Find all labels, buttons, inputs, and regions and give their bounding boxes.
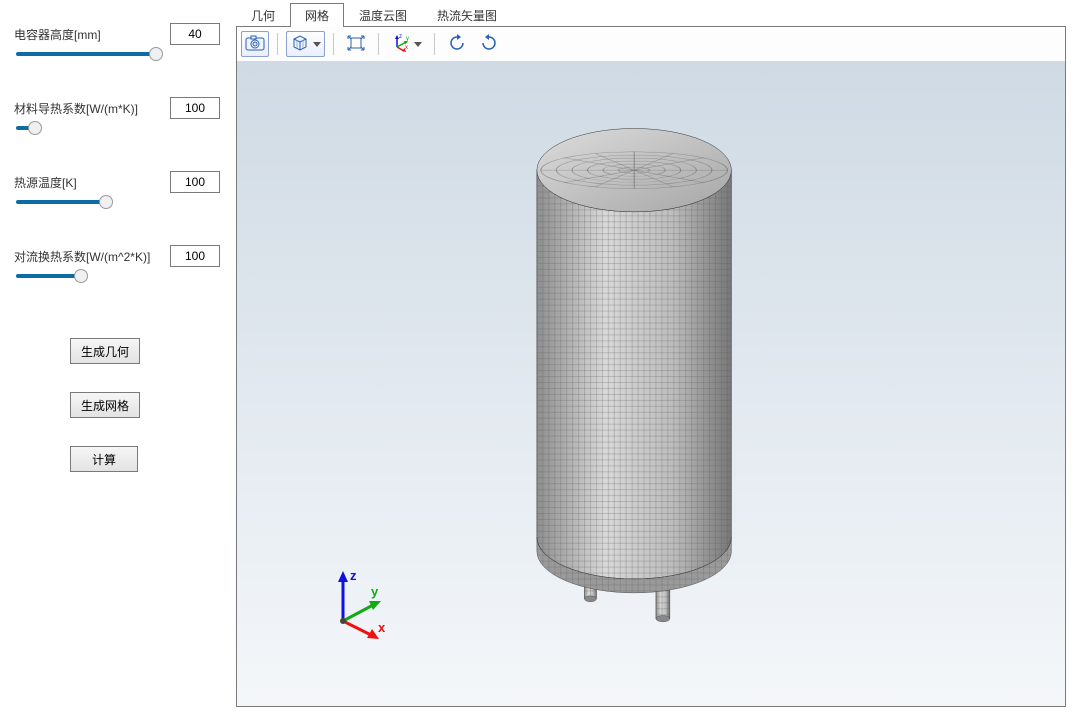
orientation-triad: z y x bbox=[323, 566, 403, 646]
convection-slider[interactable] bbox=[16, 274, 171, 278]
source-temp-slider[interactable] bbox=[16, 200, 171, 204]
compute-button[interactable]: 计算 bbox=[70, 446, 138, 472]
action-buttons: 生成几何 生成网格 计算 bbox=[14, 338, 220, 500]
param-label: 对流换热系数[W/(m^2*K)] bbox=[14, 248, 150, 265]
toolbar-separator bbox=[378, 33, 379, 55]
cube-view-icon bbox=[290, 34, 310, 55]
param-height: 电容器高度[mm] bbox=[14, 22, 220, 56]
param-label: 热源温度[K] bbox=[14, 174, 77, 191]
right-area: 几何 网格 温度云图 热流矢量图 bbox=[230, 0, 1076, 717]
param-label: 电容器高度[mm] bbox=[14, 26, 101, 43]
param-convection: 对流换热系数[W/(m^2*K)] bbox=[14, 244, 220, 278]
axis-z-label: z bbox=[350, 568, 357, 583]
viewport-3d[interactable]: z y x bbox=[237, 61, 1065, 706]
rotate-ccw-icon bbox=[447, 34, 467, 55]
axis-x-label: x bbox=[378, 620, 386, 635]
generate-mesh-button[interactable]: 生成网格 bbox=[70, 392, 140, 418]
source-temp-input[interactable] bbox=[170, 171, 220, 193]
svg-text:z: z bbox=[399, 34, 402, 40]
rotate-cw-icon bbox=[479, 34, 499, 55]
app-root: 电容器高度[mm] 材料导热系数[W/(m*K)] 热源温度[K] bbox=[0, 0, 1076, 717]
camera-icon bbox=[245, 35, 265, 54]
axis-xyz-icon: z y x bbox=[391, 34, 411, 55]
parameter-panel: 电容器高度[mm] 材料导热系数[W/(m*K)] 热源温度[K] bbox=[0, 0, 230, 717]
conductivity-slider[interactable] bbox=[16, 126, 171, 130]
tab-geometry[interactable]: 几何 bbox=[236, 3, 290, 27]
chevron-down-icon bbox=[414, 42, 422, 47]
axis-view-button[interactable]: z y x bbox=[387, 31, 426, 57]
height-slider[interactable] bbox=[16, 52, 171, 56]
axis-y-label: y bbox=[371, 584, 379, 599]
height-input[interactable] bbox=[170, 23, 220, 45]
view-tabs: 几何 网格 温度云图 热流矢量图 bbox=[236, 2, 1076, 26]
svg-text:y: y bbox=[406, 36, 409, 42]
param-label: 材料导热系数[W/(m*K)] bbox=[14, 100, 138, 117]
generate-geometry-button[interactable]: 生成几何 bbox=[70, 338, 140, 364]
viewer-container: z y x bbox=[236, 26, 1066, 707]
zoom-extents-button[interactable] bbox=[342, 31, 370, 57]
rotate-ccw-button[interactable] bbox=[443, 31, 471, 57]
chevron-down-icon bbox=[313, 42, 321, 47]
tab-mesh[interactable]: 网格 bbox=[290, 3, 344, 27]
conductivity-input[interactable] bbox=[170, 97, 220, 119]
toolbar-separator bbox=[434, 33, 435, 55]
param-conductivity: 材料导热系数[W/(m*K)] bbox=[14, 96, 220, 130]
svg-text:x: x bbox=[405, 45, 408, 51]
convection-input[interactable] bbox=[170, 245, 220, 267]
rotate-cw-button[interactable] bbox=[475, 31, 503, 57]
viewer-toolbar: z y x bbox=[237, 27, 1065, 61]
param-source-temp: 热源温度[K] bbox=[14, 170, 220, 204]
snapshot-button[interactable] bbox=[241, 31, 269, 57]
toolbar-separator bbox=[333, 33, 334, 55]
tab-temperature[interactable]: 温度云图 bbox=[344, 3, 422, 27]
cube-view-button[interactable] bbox=[286, 31, 325, 57]
toolbar-separator bbox=[277, 33, 278, 55]
zoom-extents-icon bbox=[346, 34, 366, 55]
tab-heatflux[interactable]: 热流矢量图 bbox=[422, 3, 512, 27]
